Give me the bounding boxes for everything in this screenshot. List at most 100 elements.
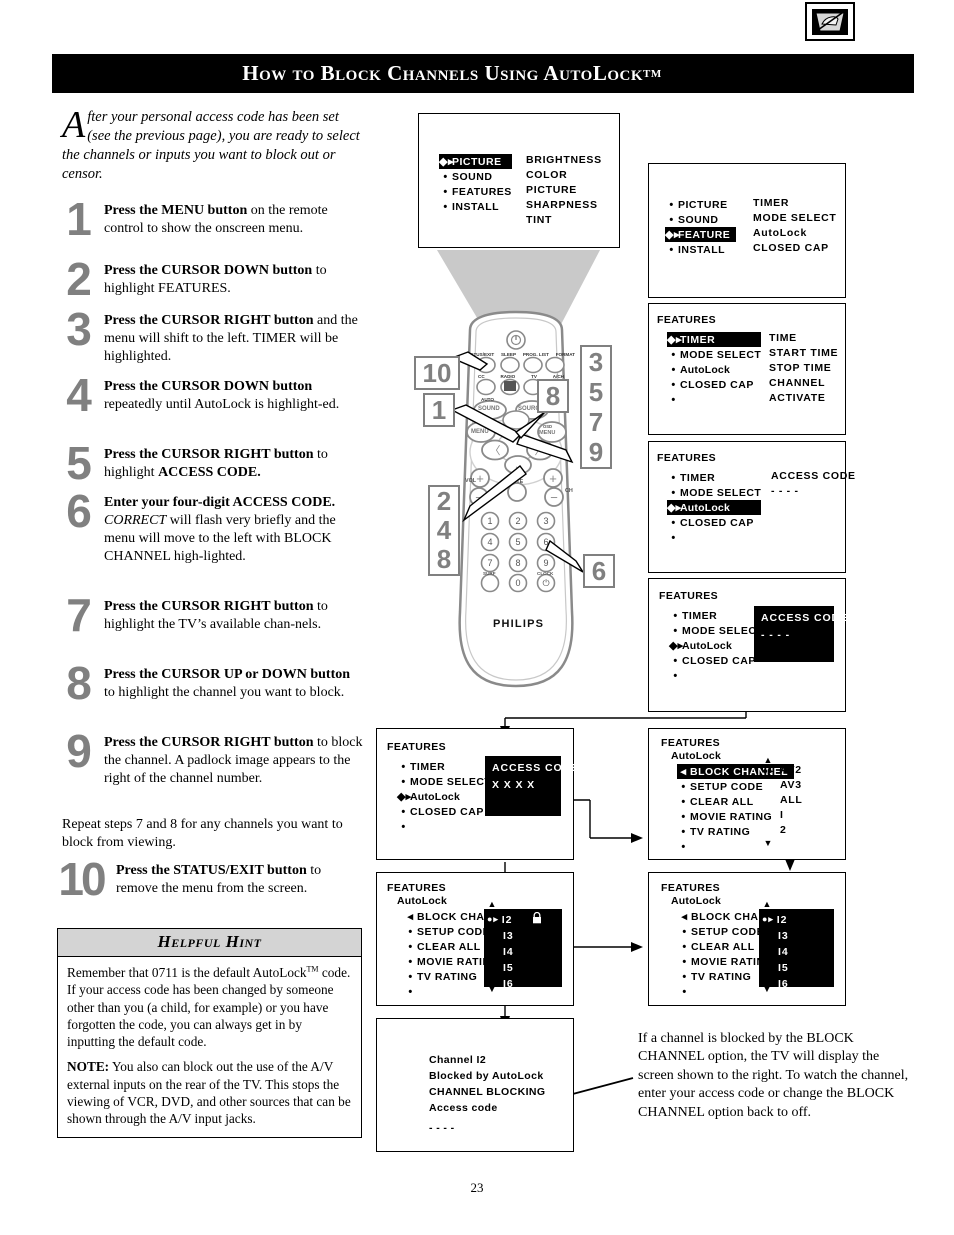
osd7-item-clear-all[interactable]: • CLEAR ALL <box>677 794 794 809</box>
osd2-item-picture[interactable]: • PICTURE <box>665 197 736 212</box>
osd5-item-autolock[interactable]: ◆▸ AutoLock <box>669 638 763 653</box>
remote-label-vol: VOL <box>465 478 477 484</box>
osd9-channel-box: ●▸ I2 I3 I4 I5 I6 <box>759 909 834 990</box>
dot-icon: • <box>681 825 686 838</box>
svg-text:3: 3 <box>543 516 548 526</box>
osd1-value-column: BRIGHTNESS COLOR PICTURE SHARPNESS TINT <box>526 154 602 229</box>
step-number: 7 <box>66 589 92 641</box>
osd10-line-3: Access code <box>429 1102 498 1114</box>
remote-label-menu[interactable]: MENU <box>471 429 489 435</box>
osd7-item-block-channel[interactable]: ◂ BLOCK CHANNEL <box>677 764 795 779</box>
tv-blocked-icon <box>805 2 855 41</box>
osd7-value-2: ALL <box>780 794 803 806</box>
osd2-value-3: CLOSED CAP <box>753 242 829 254</box>
remote-label-auto: AUTO <box>481 397 494 402</box>
remote-label-surf: SURF <box>483 571 496 576</box>
osd3-item-timer[interactable]: ◆▸ TIMER <box>667 332 762 347</box>
svg-text:0: 0 <box>515 578 520 588</box>
dot-icon: • <box>673 624 678 637</box>
hint-p1-a: Remember that 0711 is the default AutoLo… <box>67 965 307 980</box>
osd7-item-tv-rating[interactable]: • TV RATING <box>677 824 794 839</box>
osd6-item-autolock[interactable]: ◆▸ AutoLock <box>397 789 491 804</box>
dot-icon: • <box>681 840 686 853</box>
osd3-item-blank: • <box>667 392 761 407</box>
osd2-value-1: MODE SELECT <box>753 212 837 224</box>
osd2-value-column: TIMER MODE SELECT AutoLock CLOSED CAP <box>753 197 837 257</box>
step-bold: Press the CURSOR DOWN button <box>104 263 313 278</box>
step-italic: CORRECT <box>104 512 167 528</box>
svg-text:−: − <box>475 490 483 505</box>
osd5-label-0: TIMER <box>682 609 718 622</box>
step-bold: Press the MENU button <box>104 203 248 218</box>
osd6-item-mode-select[interactable]: • MODE SELECT <box>397 774 491 789</box>
osd6-item-blank: • <box>397 819 491 834</box>
osd8-channel-3: I5 <box>503 961 514 974</box>
osd1-menu-column: ◆▸ PICTURE • SOUND • FEATURES • INSTALL <box>439 154 512 214</box>
remote-label-osd-menu[interactable]: MENU <box>539 430 555 436</box>
svg-text:9: 9 <box>543 558 548 568</box>
osd4-item-timer[interactable]: • TIMER <box>667 470 761 485</box>
dot-icon: • <box>401 760 406 773</box>
step-8: 8 Press the CURSOR UP or DOWN button to … <box>58 660 363 706</box>
osd2-item-feature[interactable]: ◆▸ FEATURE <box>665 227 737 242</box>
helpful-hint-box: Helpful Hint Remember that 0711 is the d… <box>57 928 362 1138</box>
osd10-line-2: CHANNEL BLOCKING <box>429 1086 546 1098</box>
callout-7: 7 <box>588 407 604 437</box>
dot-icon: • <box>682 925 687 938</box>
osd3-item-autolock[interactable]: • AutoLock <box>667 362 761 377</box>
step-10: 10 Press the STATUS/EXIT button to remov… <box>58 856 363 902</box>
osd7-item-movie-rating[interactable]: • MOVIE RATING <box>677 809 794 824</box>
osd7-value-column: AV2 AV3 ALL I 2 <box>780 764 803 839</box>
osd1-value-0: BRIGHTNESS <box>526 154 602 166</box>
osd-screen-channel-list: FEATURES AutoLock ◂ BLOCK CHANNEL • SETUP … <box>648 872 846 1006</box>
osd7-item-setup-code[interactable]: • SETUP CODE <box>677 779 794 794</box>
dot-icon: • <box>671 486 676 499</box>
callout-6: 6 <box>583 554 615 588</box>
hint-p1-tm: TM <box>306 964 319 974</box>
remote-label-osd-top: OSD <box>543 424 553 429</box>
osd4-item-closed-cap[interactable]: • CLOSED CAP <box>667 515 761 530</box>
osd-screen-features-timer: FEATURES ◆▸ TIMER • MODE SELECT • AutoLock … <box>648 303 846 435</box>
osd7-value-4: 2 <box>780 824 787 836</box>
osd3-item-closed-cap[interactable]: • CLOSED CAP <box>667 377 761 392</box>
osd7-label-1: SETUP CODE <box>690 780 764 793</box>
osd8-channel-box: ●▸ I2 I3 I4 I5 I6 <box>484 909 562 990</box>
osd1-item-features[interactable]: • FEATURES <box>439 184 512 199</box>
osd6-item-timer[interactable]: • TIMER <box>397 759 491 774</box>
osd4-item-mode-select[interactable]: • MODE SELECT <box>667 485 761 500</box>
svg-text:⏻: ⏻ <box>542 578 549 588</box>
osd8-channel-0: I2 <box>501 913 513 926</box>
osd7-label-0: BLOCK CHANNEL <box>690 765 789 778</box>
osd3-item-mode-select[interactable]: • MODE SELECT <box>667 347 761 362</box>
osd2-item-install[interactable]: • INSTALL <box>665 242 736 257</box>
osd3-value-4: ACTIVATE <box>769 392 826 404</box>
osd2-item-sound[interactable]: • SOUND <box>665 212 736 227</box>
osd2-label-3: INSTALL <box>678 243 726 256</box>
osd1-item-picture[interactable]: ◆▸ PICTURE <box>439 154 512 169</box>
osd6-item-closed-cap[interactable]: • CLOSED CAP <box>397 804 491 819</box>
osd5-item-mode-select[interactable]: • MODE SELECT <box>669 623 763 638</box>
svg-text:+: + <box>549 471 557 486</box>
osd5-label-3: CLOSED CAP <box>682 654 756 667</box>
step-bold: Enter your four-digit ACCESS CODE. <box>104 495 336 510</box>
osd4-value-1: - - - - <box>771 485 799 497</box>
osd1-item-sound[interactable]: • SOUND <box>439 169 512 184</box>
osd7-value-0: AV2 <box>780 764 802 776</box>
dot-icon: • <box>669 213 674 226</box>
osd6-label-1: MODE SELECT <box>410 775 492 788</box>
step-text: Press the CURSOR RIGHT button to highlig… <box>104 598 363 634</box>
osd7-subtitle: AutoLock <box>671 750 722 762</box>
osd5-item-timer[interactable]: • TIMER <box>669 608 763 623</box>
updown-arrow-icon: ◆▸ <box>397 791 412 803</box>
step-text: Press the CURSOR DOWN button to highligh… <box>104 262 363 298</box>
callout-8b: 8 <box>436 544 452 574</box>
osd3-label-3: CLOSED CAP <box>680 378 754 391</box>
step-text: Press the CURSOR RIGHT button and the me… <box>104 312 363 366</box>
osd1-item-install[interactable]: • INSTALL <box>439 199 512 214</box>
osd9-label-2: CLEAR ALL <box>691 940 755 953</box>
osd4-item-autolock[interactable]: ◆▸ AutoLock <box>667 500 762 515</box>
osd9-channel-row-0: ●▸ I2 <box>762 912 834 927</box>
step-number: 5 <box>66 437 92 489</box>
osd5-item-closed-cap[interactable]: • CLOSED CAP <box>669 653 763 668</box>
svg-text:8: 8 <box>515 558 520 568</box>
